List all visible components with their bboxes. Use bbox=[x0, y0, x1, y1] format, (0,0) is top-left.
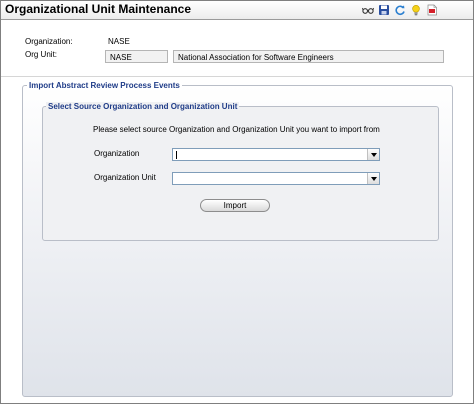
organization-unit-select[interactable] bbox=[172, 172, 380, 185]
organization-label: Organization: bbox=[25, 37, 73, 46]
source-selection-legend: Select Source Organization and Organizat… bbox=[46, 102, 240, 111]
text-caret bbox=[176, 151, 177, 159]
organization-select[interactable] bbox=[172, 148, 380, 161]
import-instruction: Please select source Organization and Or… bbox=[93, 125, 380, 134]
header-bar: Organizational Unit Maintenance bbox=[1, 1, 473, 20]
window-frame: Organizational Unit Maintenance Organiza… bbox=[0, 0, 474, 404]
pdf-icon[interactable] bbox=[425, 3, 438, 16]
organization-unit-select-label: Organization Unit bbox=[94, 173, 156, 182]
org-unit-code-field: NASE bbox=[105, 50, 168, 63]
organization-select-label: Organization bbox=[94, 149, 140, 158]
glasses-icon[interactable] bbox=[361, 3, 374, 16]
lightbulb-icon[interactable] bbox=[409, 3, 422, 16]
chevron-down-icon[interactable] bbox=[367, 149, 379, 160]
toolbar bbox=[361, 3, 438, 18]
import-button[interactable]: Import bbox=[200, 199, 270, 212]
refresh-icon[interactable] bbox=[393, 3, 406, 16]
section-divider bbox=[1, 76, 473, 77]
save-icon[interactable] bbox=[377, 3, 390, 16]
chevron-down-icon[interactable] bbox=[367, 173, 379, 184]
page-title: Organizational Unit Maintenance bbox=[5, 2, 192, 16]
org-unit-label: Org Unit: bbox=[25, 50, 58, 59]
org-unit-name-field: National Association for Software Engine… bbox=[173, 50, 444, 63]
organization-value: NASE bbox=[108, 37, 130, 46]
import-events-legend: Import Abstract Review Process Events bbox=[27, 81, 182, 90]
